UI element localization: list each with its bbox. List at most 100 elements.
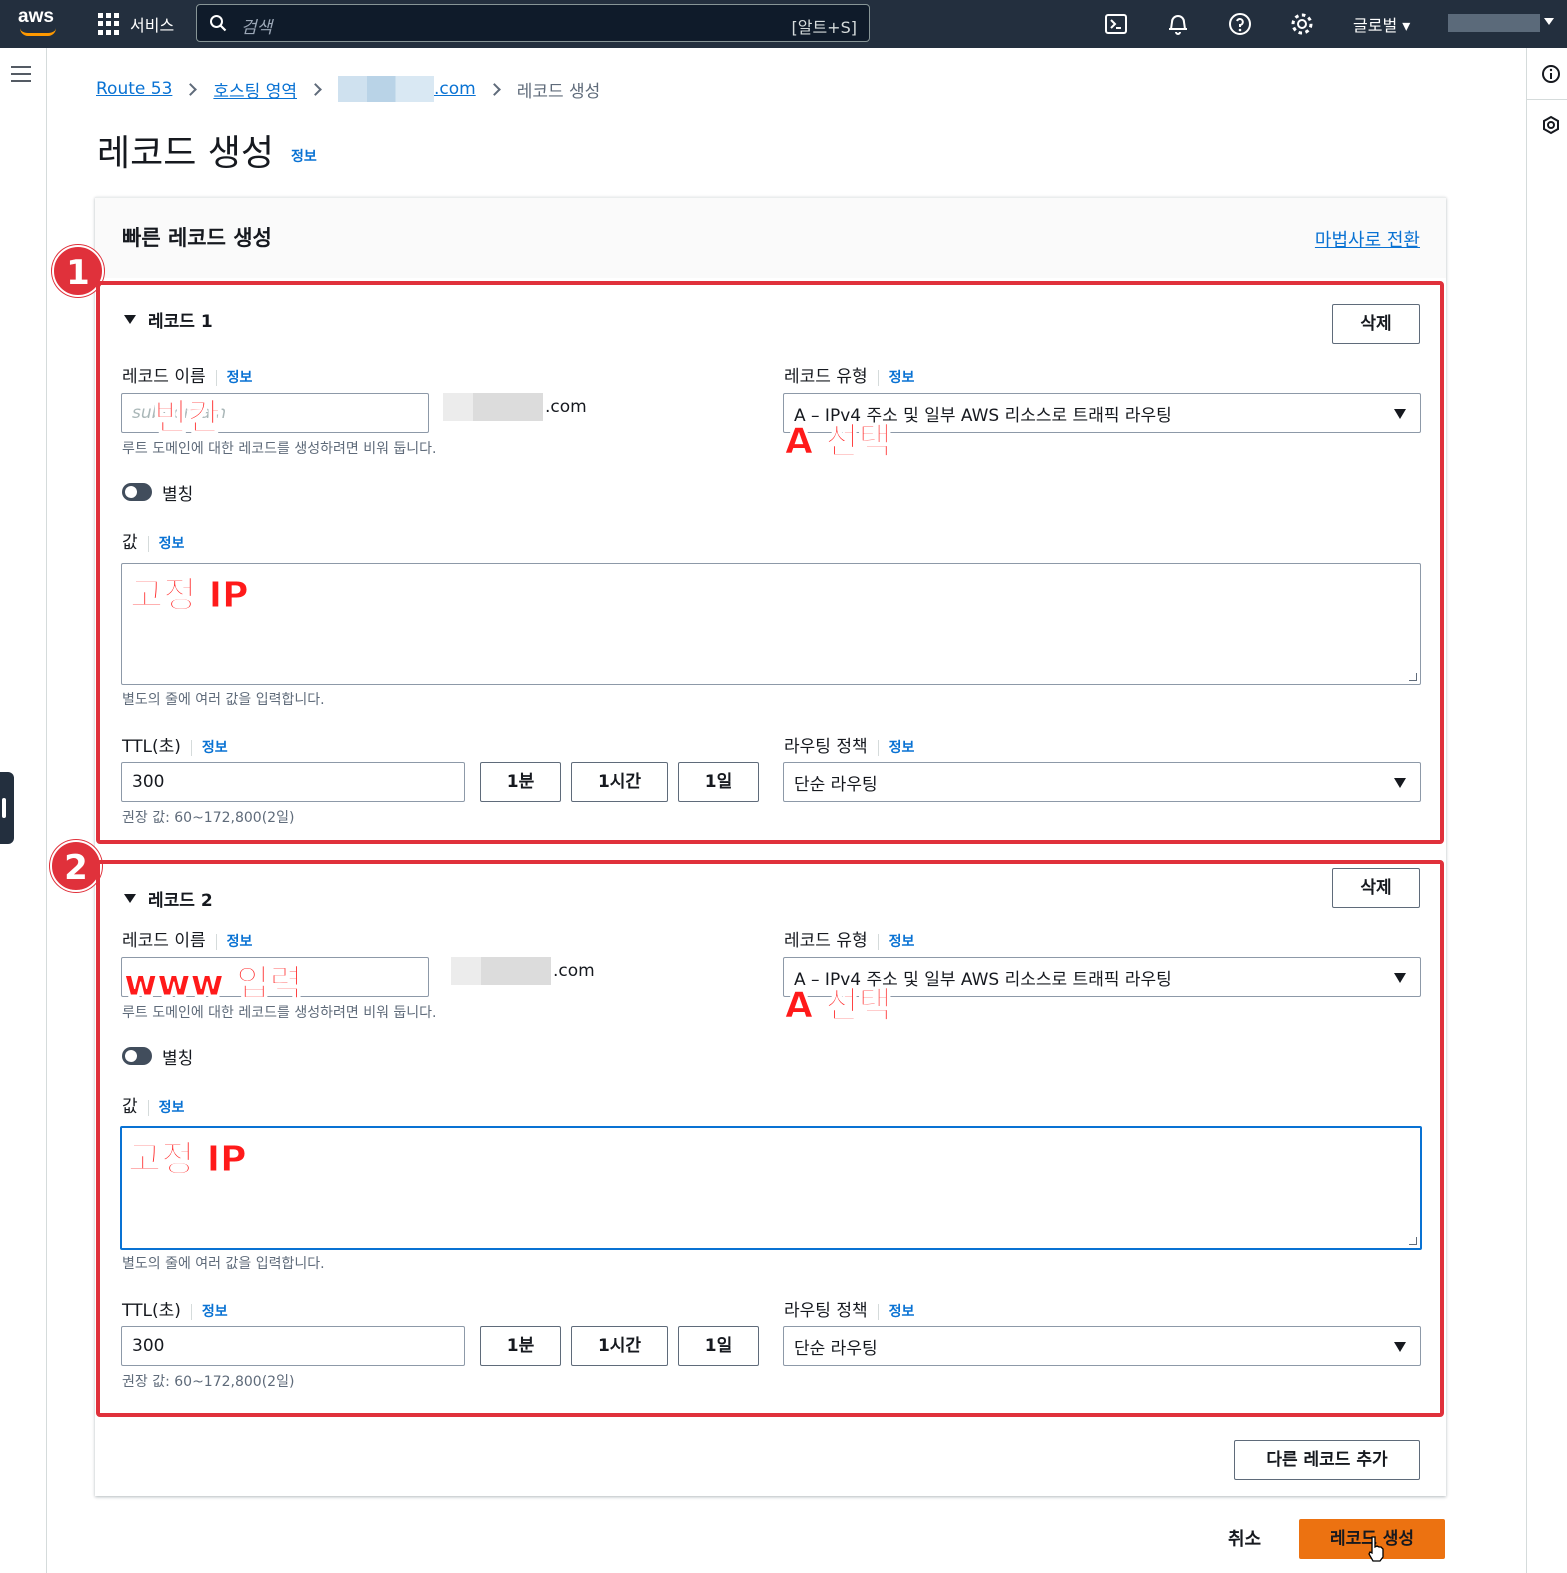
- record-1-ttl-input[interactable]: 300: [121, 762, 465, 802]
- record-type-label: 레코드 유형 정보: [784, 931, 915, 951]
- breadcrumb-hosted-zones[interactable]: 호스팅 영역: [213, 77, 297, 102]
- record-1-value-textarea[interactable]: [121, 563, 1421, 685]
- add-another-record-button[interactable]: 다른 레코드 추가: [1234, 1440, 1420, 1480]
- record-1-domain-suffix: .com: [443, 393, 587, 421]
- record-1-ttl-value: 300: [132, 772, 165, 792]
- value-hint: 별도의 줄에 여러 값을 입력합니다.: [122, 692, 325, 708]
- hand-cursor-icon: [1368, 1536, 1384, 1562]
- record-2-header[interactable]: 레코드 2: [124, 886, 213, 911]
- info-icon[interactable]: [1541, 64, 1561, 84]
- region-selector[interactable]: 글로벌 ▾: [1353, 12, 1410, 36]
- breadcrumb-current: 레코드 생성: [516, 81, 601, 102]
- search-input[interactable]: 검색 [알트+S]: [196, 4, 870, 42]
- breadcrumb-domain[interactable]: .com: [338, 76, 476, 102]
- help-icon[interactable]: [1227, 11, 1253, 37]
- side-drawer-handle[interactable]: [0, 772, 14, 844]
- record-1-section: 레코드 1 삭제 레코드 이름 정보 subdomain .com 루트 도메인에…: [96, 281, 1444, 844]
- annotation-enter-www: www 입력: [124, 963, 304, 1005]
- record-name-label: 레코드 이름 정보: [122, 931, 253, 951]
- ttl-label: TTL(초) 정보: [122, 737, 228, 757]
- search-hotkey: [알트+S]: [791, 18, 858, 37]
- record-2-routing-select[interactable]: 단순 라우팅: [783, 1326, 1421, 1366]
- delete-record-2-button[interactable]: 삭제: [1332, 868, 1420, 908]
- ttl-1-day-button[interactable]: 1일: [678, 1326, 759, 1366]
- annotation-blank: 빈칸: [153, 397, 221, 439]
- container-title: 빠른 레코드 생성: [122, 226, 272, 250]
- redacted-domain: [451, 957, 551, 985]
- cancel-button[interactable]: 취소: [1228, 1525, 1261, 1551]
- routing-info-link[interactable]: 정보: [877, 740, 915, 756]
- rail-divider: [1527, 99, 1567, 100]
- annotation-select-a-2: A 선택: [785, 985, 893, 1027]
- menu-icon[interactable]: [11, 66, 31, 82]
- value-info-link[interactable]: 정보: [147, 536, 185, 552]
- ttl-hint: 권장 값: 60~172,800(2일): [122, 810, 295, 826]
- annotation-static-ip-2: 고정 IP: [128, 1139, 248, 1181]
- record-2-section: 레코드 2 삭제 레코드 이름 정보 .com 루트 도메인에 대한 레코드를 생…: [96, 860, 1444, 1417]
- delete-record-1-button[interactable]: 삭제: [1332, 304, 1420, 344]
- domain-suffix-text: .com: [434, 79, 476, 99]
- alias-label: 별칭: [162, 1049, 194, 1069]
- record-1-routing-value: 단순 라우팅: [794, 774, 878, 795]
- record-type-info-link[interactable]: 정보: [877, 934, 915, 950]
- resize-handle[interactable]: [1409, 1237, 1417, 1245]
- page-info-link[interactable]: 정보: [291, 146, 317, 166]
- ttl-1-hour-button[interactable]: 1시간: [571, 762, 668, 802]
- aws-logo[interactable]: aws: [18, 6, 62, 40]
- record-name-info-link[interactable]: 정보: [215, 934, 253, 950]
- ttl-info-link[interactable]: 정보: [190, 1304, 228, 1320]
- services-menu[interactable]: 서비스: [98, 12, 174, 36]
- record-2-ttl-input[interactable]: 300: [121, 1326, 465, 1366]
- caret-down-icon: [1394, 409, 1406, 419]
- search-placeholder: 검색: [241, 18, 273, 38]
- caret-down-icon: [1394, 973, 1406, 983]
- record-type-info-link[interactable]: 정보: [877, 370, 915, 386]
- breadcrumb-route53[interactable]: Route 53: [96, 79, 172, 99]
- redacted-domain: [338, 76, 434, 102]
- record-name-hint: 루트 도메인에 대한 레코드를 생성하려면 비워 둡니다.: [122, 441, 437, 457]
- bell-icon[interactable]: [1165, 11, 1191, 37]
- ttl-1-day-button[interactable]: 1일: [678, 762, 759, 802]
- caret-down-icon: [124, 315, 136, 324]
- ttl-1-minute-button[interactable]: 1분: [480, 762, 561, 802]
- account-menu[interactable]: [1448, 14, 1540, 32]
- caret-down-icon: [1394, 1342, 1406, 1352]
- ttl-1-hour-button[interactable]: 1시간: [571, 1326, 668, 1366]
- right-rail: [1526, 48, 1567, 1573]
- chevron-down-icon: [1544, 18, 1554, 25]
- record-1-header[interactable]: 레코드 1: [124, 307, 213, 332]
- record-name-info-link[interactable]: 정보: [215, 370, 253, 386]
- record-2-value-textarea[interactable]: [120, 1126, 1422, 1250]
- record-name-label: 레코드 이름 정보: [122, 367, 253, 387]
- ttl-label: TTL(초) 정보: [122, 1301, 228, 1321]
- value-info-link[interactable]: 정보: [147, 1100, 185, 1116]
- value-label: 값 정보: [122, 533, 185, 553]
- step-badge-2: 2: [50, 840, 102, 892]
- breadcrumb: Route 53 호스팅 영역 .com 레코드 생성: [96, 76, 600, 102]
- chevron-right-icon: [309, 82, 322, 96]
- ttl-1-minute-button[interactable]: 1분: [480, 1326, 561, 1366]
- switch-to-wizard-link[interactable]: 마법사로 전환: [1315, 226, 1420, 252]
- chevron-right-icon: [487, 82, 501, 96]
- record-1-routing-select[interactable]: 단순 라우팅: [783, 762, 1421, 802]
- annotation-select-a-1: A 선택: [785, 421, 893, 463]
- routing-info-link[interactable]: 정보: [877, 1304, 915, 1320]
- caret-down-icon: [124, 894, 136, 903]
- record-2-routing-value: 단순 라우팅: [794, 1338, 878, 1359]
- cloudshell-icon[interactable]: [1103, 11, 1129, 37]
- hexagon-icon[interactable]: [1541, 115, 1561, 135]
- annotation-static-ip-1: 고정 IP: [130, 575, 250, 617]
- page-title: 레코드 생성: [97, 133, 275, 174]
- value-label: 값 정보: [122, 1097, 185, 1117]
- container-header: 빠른 레코드 생성 마법사로 전환: [95, 198, 1446, 278]
- resize-handle[interactable]: [1409, 673, 1417, 681]
- grid-icon: [98, 13, 120, 35]
- caret-down-icon: [1394, 778, 1406, 788]
- alias-toggle[interactable]: [122, 483, 152, 501]
- ttl-info-link[interactable]: 정보: [190, 740, 228, 756]
- ttl-hint: 권장 값: 60~172,800(2일): [122, 1374, 295, 1390]
- alias-toggle[interactable]: [122, 1047, 152, 1065]
- redacted-domain: [443, 393, 543, 421]
- gear-icon[interactable]: [1289, 11, 1315, 37]
- record-type-label: 레코드 유형 정보: [784, 367, 915, 387]
